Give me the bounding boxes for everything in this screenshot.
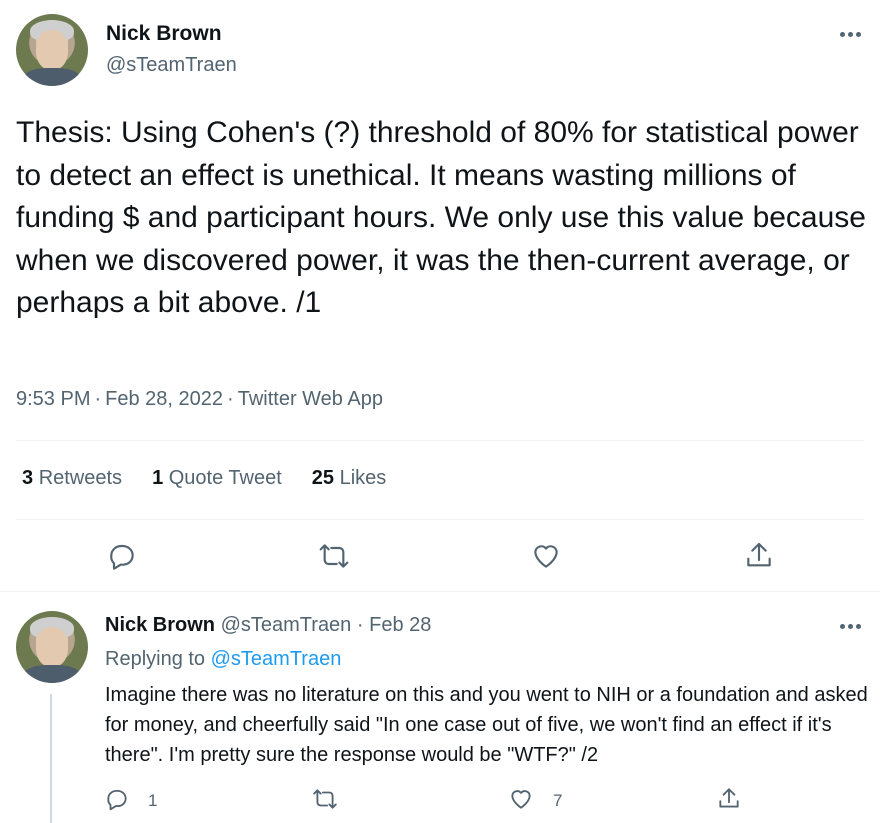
reply-text: Imagine there was no literature on this … — [105, 684, 868, 766]
reply-retweet-icon[interactable] — [312, 786, 338, 812]
thread-line — [50, 694, 52, 823]
author-name[interactable]: Nick Brown — [106, 22, 222, 46]
reply-like-count: 7 — [553, 791, 563, 810]
like-icon[interactable] — [530, 540, 562, 572]
replying-label: Replying to — [105, 648, 206, 670]
share-icon[interactable] — [743, 540, 775, 572]
meta-separator: · — [227, 388, 234, 410]
retweets-stat[interactable]: 3 Retweets — [22, 467, 122, 490]
reply-reply-count: 1 — [148, 791, 158, 810]
reply-header: Nick Brown @sTeamTraen · Feb 28 — [105, 614, 431, 637]
tweet-text: Thesis: Using Cohen's (?) threshold of 8… — [16, 116, 866, 319]
reply-reply-icon[interactable] — [104, 786, 130, 812]
author-handle[interactable]: @sTeamTraen — [106, 54, 237, 77]
reply-author-name[interactable]: Nick Brown — [105, 614, 215, 636]
meta-separator: · — [94, 388, 102, 410]
reply-more-options-icon[interactable] — [840, 624, 861, 629]
reply-icon[interactable] — [106, 540, 138, 572]
avatar[interactable] — [16, 14, 88, 86]
reply-separator: · — [356, 614, 364, 636]
likes-stat[interactable]: 25 Likes — [312, 467, 387, 490]
tweet-date[interactable]: Feb 28, 2022 — [105, 388, 223, 410]
tweet-stats: 3 Retweets 1 Quote Tweet 25 Likes — [22, 467, 386, 490]
reply-date[interactable]: Feb 28 — [369, 614, 431, 636]
more-options-icon[interactable] — [840, 32, 861, 37]
reply-avatar[interactable] — [16, 611, 88, 683]
divider — [0, 591, 880, 592]
divider — [16, 519, 864, 520]
tweet-source[interactable]: Twitter Web App — [238, 388, 383, 410]
quotes-stat[interactable]: 1 Quote Tweet — [152, 467, 282, 490]
reply-share-icon[interactable] — [716, 786, 742, 812]
replying-to-link[interactable]: @sTeamTraen — [211, 648, 342, 670]
replying-to: Replying to @sTeamTraen — [105, 648, 341, 671]
reply-author-handle[interactable]: @sTeamTraen — [221, 614, 352, 636]
reply-like-icon[interactable] — [508, 786, 534, 812]
tweet-meta: 9:53 PM · Feb 28, 2022 · Twitter Web App — [16, 388, 383, 411]
tweet-time[interactable]: 9:53 PM — [16, 388, 90, 410]
divider — [16, 440, 864, 441]
retweet-icon[interactable] — [318, 540, 350, 572]
